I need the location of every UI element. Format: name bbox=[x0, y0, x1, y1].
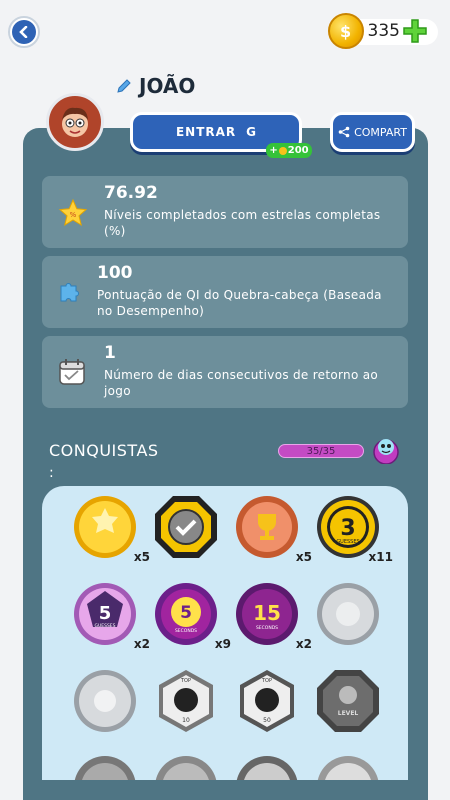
back-button[interactable] bbox=[8, 16, 40, 48]
grey-medal-icon bbox=[74, 756, 136, 780]
google-icon: G bbox=[246, 125, 257, 139]
stat-value: 100 bbox=[97, 263, 133, 283]
seconds-icon: 5 SECONDS bbox=[155, 583, 217, 645]
seconds-15-badge[interactable]: 15 SECONDS x2 bbox=[234, 581, 312, 651]
grey-medal-icon bbox=[155, 756, 217, 780]
stat-streak: 1 Número de dias consecutivos de retorno… bbox=[42, 336, 408, 408]
svg-text:10: 10 bbox=[182, 717, 190, 724]
silver-medal-icon bbox=[317, 583, 379, 645]
avatar-face-icon bbox=[62, 107, 88, 137]
svg-text:GUESSES: GUESSES bbox=[94, 623, 115, 629]
chevron-left-icon bbox=[12, 20, 36, 44]
check-badge[interactable] bbox=[153, 494, 219, 560]
gold-medal-icon bbox=[74, 496, 136, 558]
guesses-5-badge[interactable]: 5 GUESSES x2 bbox=[72, 581, 150, 651]
level-icon: LEVEL bbox=[317, 670, 379, 732]
achievements-title: CONQUISTAS bbox=[49, 441, 159, 460]
svg-text:5: 5 bbox=[180, 603, 192, 623]
svg-text:15: 15 bbox=[253, 601, 281, 625]
trophy-badge[interactable]: x5 bbox=[234, 494, 312, 564]
stat-stars: % 76.92 Níveis completados com estrelas … bbox=[42, 176, 408, 248]
achievements-colon: : bbox=[49, 465, 54, 481]
trophy-icon bbox=[236, 496, 298, 558]
achievements-progress: 35/35 bbox=[278, 444, 364, 458]
top-50-icon: TOP 50 bbox=[240, 670, 294, 732]
svg-text:TOP: TOP bbox=[180, 678, 191, 684]
player-name-row[interactable]: JOÃO bbox=[115, 74, 195, 98]
svg-text:SECONDS: SECONDS bbox=[256, 625, 278, 631]
guesses-3-badge[interactable]: 3 GUESSES x11 bbox=[315, 494, 393, 564]
stat-value: 1 bbox=[104, 343, 116, 363]
avatar[interactable] bbox=[46, 93, 104, 151]
puzzle-icon bbox=[60, 283, 79, 302]
share-button[interactable]: COMPART bbox=[330, 112, 415, 152]
grey-medal-icon bbox=[236, 756, 298, 780]
svg-text:5: 5 bbox=[99, 603, 112, 624]
stat-description: Níveis completados com estrelas completa… bbox=[104, 208, 381, 238]
svg-text:50: 50 bbox=[263, 717, 271, 724]
login-bonus-badge: +200 bbox=[266, 143, 312, 158]
pencil-icon[interactable] bbox=[115, 77, 133, 95]
silver-sun-icon bbox=[74, 670, 136, 732]
stat-description: Número de dias consecutivos de retorno a… bbox=[104, 368, 378, 398]
svg-text:3: 3 bbox=[340, 516, 355, 541]
coin-count: 335 bbox=[367, 21, 400, 41]
partial-badge[interactable] bbox=[153, 754, 219, 780]
stat-value: 76.92 bbox=[104, 183, 158, 203]
gold-badge[interactable]: x5 bbox=[72, 494, 150, 564]
partial-badge[interactable] bbox=[234, 754, 300, 780]
top-10-badge[interactable]: TOP 10 bbox=[153, 668, 219, 734]
coin-icon: $ bbox=[327, 13, 364, 49]
achievements-grid[interactable]: x5 x5 3 GUESSES x11 5 GUESSES x2 5 SECON… bbox=[42, 486, 408, 780]
svg-text:TOP: TOP bbox=[261, 678, 272, 684]
guesses-icon: 5 GUESSES bbox=[74, 583, 136, 645]
partial-badge[interactable] bbox=[315, 754, 381, 780]
coin-counter: $ 335 bbox=[327, 13, 438, 49]
star-icon: % bbox=[58, 198, 88, 227]
partial-badge[interactable] bbox=[72, 754, 138, 780]
silver-badge[interactable] bbox=[315, 581, 381, 647]
add-coins-icon[interactable] bbox=[402, 18, 428, 44]
svg-text:GUESSES: GUESSES bbox=[336, 539, 359, 545]
seconds-icon: 15 SECONDS bbox=[236, 583, 298, 645]
svg-text:LEVEL: LEVEL bbox=[338, 710, 359, 717]
grey-medal-icon bbox=[317, 756, 379, 780]
calendar-icon bbox=[59, 359, 85, 385]
stat-iq: 100 Pontuação de QI do Quebra-cabeça (Ba… bbox=[42, 256, 408, 328]
seconds-5-badge[interactable]: 5 SECONDS x9 bbox=[153, 581, 231, 651]
check-icon bbox=[155, 496, 217, 558]
monster-icon bbox=[373, 439, 399, 464]
player-name: JOÃO bbox=[139, 74, 196, 98]
coin-icon bbox=[278, 146, 287, 155]
silver-sun-badge[interactable] bbox=[72, 668, 138, 734]
svg-text:SECONDS: SECONDS bbox=[175, 628, 197, 634]
share-icon bbox=[338, 126, 350, 138]
level-badge[interactable]: LEVEL bbox=[315, 668, 381, 734]
svg-text:%: % bbox=[70, 211, 77, 219]
top-10-icon: TOP 10 bbox=[159, 670, 213, 732]
top-50-badge[interactable]: TOP 50 bbox=[234, 668, 300, 734]
stat-description: Pontuação de QI do Quebra-cabeça (Basead… bbox=[97, 288, 382, 318]
